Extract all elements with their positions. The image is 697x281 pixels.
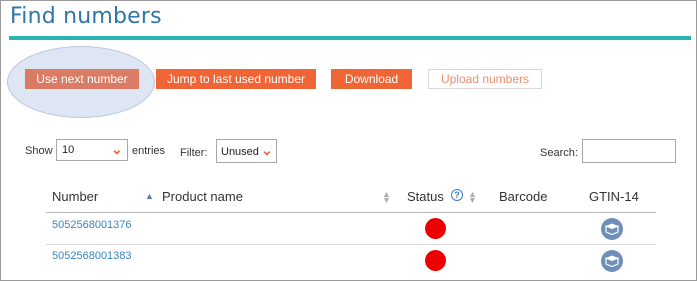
use-next-number-button[interactable]: Use next number bbox=[25, 69, 139, 89]
filter-select[interactable]: Unused ⌄ bbox=[216, 139, 277, 163]
entries-select[interactable]: 10 ⌄ bbox=[56, 139, 128, 161]
entries-value: 10 bbox=[62, 144, 75, 156]
download-button[interactable]: Download bbox=[331, 69, 412, 89]
status-indicator bbox=[425, 218, 446, 239]
help-icon[interactable]: ? bbox=[451, 189, 463, 201]
sort-asc-icon[interactable]: ▲ bbox=[145, 191, 154, 201]
chevron-down-icon: ⌄ bbox=[261, 142, 273, 158]
number-link[interactable]: 5052568001376 bbox=[52, 219, 132, 231]
filter-label: Filter: bbox=[180, 147, 208, 159]
table-header-divider bbox=[46, 212, 656, 213]
column-header-status[interactable]: Status bbox=[407, 189, 444, 204]
column-header-number[interactable]: Number bbox=[52, 189, 98, 204]
column-header-barcode: Barcode bbox=[499, 189, 548, 204]
title-underline bbox=[9, 36, 691, 40]
entries-label: entries bbox=[132, 145, 166, 157]
page-title: Find numbers bbox=[10, 4, 162, 29]
show-label: Show bbox=[25, 145, 53, 157]
box-icon[interactable] bbox=[601, 250, 623, 272]
search-input[interactable] bbox=[582, 139, 676, 163]
upload-numbers-button[interactable]: Upload numbers bbox=[428, 69, 542, 89]
status-indicator bbox=[425, 250, 446, 271]
jump-to-last-used-number-button[interactable]: Jump to last used number bbox=[156, 69, 316, 89]
column-header-gtin-14: GTIN-14 bbox=[589, 189, 639, 204]
number-link[interactable]: 5052568001383 bbox=[52, 250, 132, 262]
box-icon[interactable] bbox=[601, 218, 623, 240]
search-label: Search: bbox=[540, 147, 578, 159]
chevron-down-icon: ⌄ bbox=[111, 141, 123, 157]
column-header-product-name[interactable]: Product name bbox=[162, 189, 243, 204]
filter-value: Unused bbox=[221, 146, 259, 158]
sort-icon[interactable]: ▲ ▼ bbox=[468, 190, 477, 205]
row-divider bbox=[46, 244, 656, 245]
sort-icon[interactable]: ▲ ▼ bbox=[382, 190, 391, 205]
